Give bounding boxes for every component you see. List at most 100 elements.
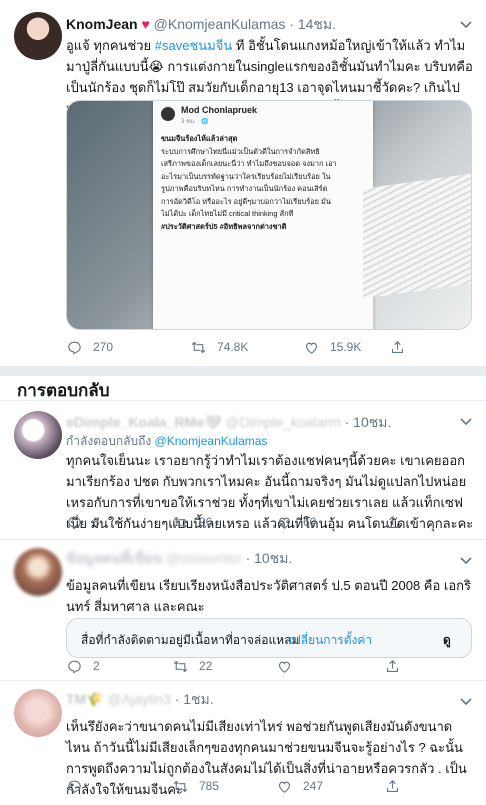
retweet-button[interactable]: 96: [172, 514, 212, 531]
chevron-down-icon[interactable]: [458, 16, 474, 32]
reply-button[interactable]: 2: [66, 658, 100, 675]
retweet-icon: [191, 341, 206, 353]
paper-stack: [363, 173, 471, 299]
tweet-time[interactable]: · 10ชม.: [246, 550, 293, 566]
post-body-line: เสรีภาพของเด็กเลยนะนี่ว่า ทำไมถึงชอบจอด …: [161, 159, 337, 168]
main-tweet[interactable]: KnomJean ♥ @KnomjeanKulamas · 14ชม. อูแจ…: [0, 0, 486, 368]
avatar[interactable]: [14, 411, 62, 459]
hashtag-link[interactable]: #saveชนมจีน: [155, 38, 232, 53]
share-button[interactable]: [384, 658, 411, 675]
avatar[interactable]: [14, 12, 62, 60]
chevron-down-icon[interactable]: [458, 693, 474, 709]
change-settings-link[interactable]: เปลี่ยนการตั้งค่า: [289, 631, 372, 650]
reply-icon: [68, 780, 81, 794]
post-meta: 3 ชม. · 🌐: [181, 119, 209, 125]
author-name[interactable]: ข้อมูลคนที่เขียน: [66, 550, 162, 566]
retweet-count: 785: [199, 779, 220, 793]
tweet-time[interactable]: · 10ชม.: [345, 414, 392, 430]
like-icon: [278, 517, 291, 529]
author-handle[interactable]: @Dimple_koalarm: [225, 414, 340, 430]
post-body-line: รูปภาพคือบริบทไหน การทำงานเป็นนักร้อง คอ…: [161, 184, 328, 193]
reply-button[interactable]: 8: [66, 514, 100, 531]
reply-count: 8: [93, 515, 100, 529]
reply-text: ข้อมูลคนที่เขียน เรียบเรียงหนังสือประวัต…: [66, 578, 471, 614]
like-icon: [278, 781, 291, 793]
heart-badge: ♥: [141, 16, 150, 32]
tweet-header: ʚDimple_Koala_RMɞ🤍 @Dimple_koalarm · 10ช…: [66, 412, 391, 434]
reply-button[interactable]: 270: [66, 339, 113, 356]
avatar[interactable]: [14, 548, 62, 596]
share-icon: [386, 515, 399, 528]
tweet-actions: 785 247: [66, 776, 472, 796]
post-body-line: ระบบการศึกษาไทยนี่แม่วเป็นตัวดีในการจำกั…: [161, 146, 320, 156]
post-body-line: ขนมจีนร้องไห้แล้วล่าสุด: [161, 134, 238, 143]
tweet-header: ข้อมูลคนที่เขียน @datawriter · 10ชม.: [66, 548, 292, 570]
retweet-icon: [173, 660, 188, 672]
reply-tweet[interactable]: ข้อมูลคนที่เขียน @datawriter · 10ชม. ข้อ…: [0, 540, 486, 680]
post-body-line: #ประวัติศาสตร์ป5 #อิทธิพลจากต่างชาติ: [161, 221, 287, 231]
share-icon: [386, 779, 399, 792]
tweet-header: KnomJean ♥ @KnomjeanKulamas · 14ชม.: [66, 14, 336, 36]
author-name[interactable]: TM🌾: [66, 691, 104, 707]
post-author: Mod Chonlapruek: [181, 105, 257, 115]
tweet-actions: 270 74.8K 15.9K: [66, 337, 472, 357]
post-body-line: อะไรมาเป็นบรรทัดฐานว่าใครเรียบร้อยไม่เรี…: [161, 171, 331, 181]
like-button[interactable]: 15.9K: [303, 339, 361, 356]
author-name[interactable]: KnomJean: [66, 16, 138, 32]
post-body: ขนมจีนร้องไห้แล้วล่าสุดระบบการศึกษาไทยนี…: [161, 133, 367, 233]
avatar[interactable]: [14, 689, 62, 737]
share-button[interactable]: [389, 339, 416, 356]
tweet-image[interactable]: Mod Chonlapruek 3 ชม. · 🌐 ขนมจีนร้องไห้แ…: [66, 100, 472, 330]
sensitive-media-notice[interactable]: สื่อที่กำลังติดตามอยู่มีเนื้อหาที่อาจล่อ…: [66, 618, 472, 658]
like-count: 60: [303, 515, 317, 529]
post-author-avatar: [161, 107, 175, 121]
view-button[interactable]: ดู: [443, 631, 451, 650]
post-body-line: ไม่ได้ปะ เด็กไทยไม่มี critical thinking …: [161, 209, 294, 218]
notice-text: สื่อที่กำลังติดตามอยู่มีเนื้อหาที่อาจล่อ…: [81, 633, 300, 647]
like-count: 15.9K: [330, 340, 362, 354]
reply-button[interactable]: [66, 778, 93, 795]
chevron-down-icon[interactable]: [458, 413, 474, 429]
replying-to-handle[interactable]: @KnomjeanKulamas: [155, 434, 268, 448]
like-icon: [305, 342, 318, 354]
like-icon: [278, 661, 291, 673]
tweet-time[interactable]: · 1ชม.: [175, 691, 214, 707]
author-name[interactable]: ʚDimple_Koala_RMɞ🤍: [66, 414, 221, 430]
chevron-down-icon[interactable]: [458, 552, 474, 568]
reply-tweet[interactable]: TM🌾 @Ajaylin3 · 1ชม. เห็นรึยังคะว่าขนาดค…: [0, 681, 486, 805]
reply-count: 2: [93, 659, 100, 673]
retweet-icon: [173, 780, 188, 792]
section-separator: [0, 366, 486, 376]
tweet-text-start: อูแจ้ ทุกคนช่วย: [66, 38, 155, 53]
retweet-button[interactable]: 22: [172, 658, 212, 675]
reply-icon: [68, 341, 81, 355]
like-button[interactable]: 247: [276, 778, 323, 795]
retweet-count: 74.8K: [217, 340, 249, 354]
reply-icon: [68, 516, 81, 530]
tweet-actions: 8 96 60: [66, 512, 472, 532]
replying-to: กำลังตอบกลับถึง @KnomjeanKulamas: [66, 432, 267, 451]
reply-count: 270: [93, 340, 114, 354]
retweet-icon: [173, 516, 188, 528]
retweet-button[interactable]: 74.8K: [190, 339, 248, 356]
reply-icon: [68, 660, 81, 674]
share-icon: [391, 340, 404, 353]
retweet-count: 22: [199, 659, 213, 673]
reply-tweet[interactable]: ʚDimple_Koala_RMɞ🤍 @Dimple_koalarm · 10ช…: [0, 401, 486, 539]
share-icon: [386, 659, 399, 672]
author-handle[interactable]: @Ajaylin3: [108, 691, 171, 707]
like-count: 247: [303, 779, 324, 793]
share-button[interactable]: [384, 778, 411, 795]
post-screenshot-paper: Mod Chonlapruek 3 ชม. · 🌐 ขนมจีนร้องไห้แ…: [153, 101, 373, 329]
retweet-count: 96: [199, 515, 213, 529]
author-handle[interactable]: @KnomjeanKulamas: [154, 16, 286, 32]
like-button[interactable]: 60: [276, 514, 316, 531]
post-body-line: การอัดวิดีโอ หรืออะไร อยู่ดีๆมาบอกว่าไม่…: [161, 196, 331, 206]
share-button[interactable]: [384, 514, 411, 531]
replying-to-label: กำลังตอบกลับถึง: [66, 434, 155, 448]
like-button[interactable]: [276, 658, 303, 675]
tweet-time[interactable]: · 14ชม.: [289, 16, 336, 32]
author-handle[interactable]: @datawriter: [166, 550, 242, 566]
tweet-actions: 2 22: [66, 656, 472, 676]
retweet-button[interactable]: 785: [172, 778, 219, 795]
